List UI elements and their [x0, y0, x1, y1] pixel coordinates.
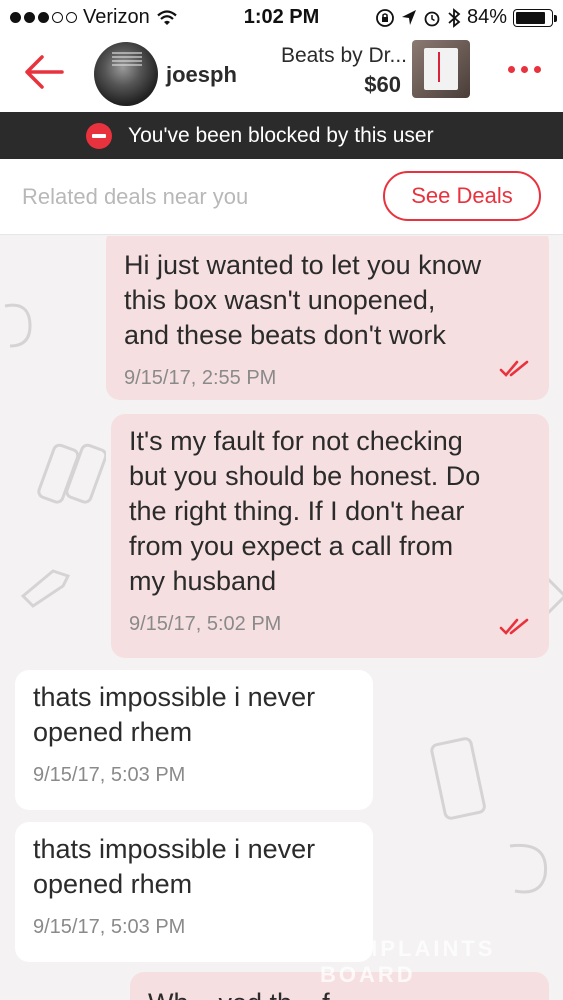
message-text: Wh... ved th... f...: [148, 986, 531, 1000]
message-bubble-incoming[interactable]: thats impossible i never opened rhem 9/1…: [15, 670, 373, 810]
message-timestamp: 9/15/17, 2:55 PM: [124, 367, 277, 389]
user-avatar[interactable]: [94, 42, 158, 106]
battery-percent: 84%: [466, 6, 507, 28]
status-bar: Verizon 1:02 PM 84%: [0, 0, 563, 36]
read-receipt-icon: [499, 360, 529, 377]
blocked-icon: [86, 123, 112, 149]
message-text: thats impossible i never opened rhem: [33, 834, 316, 899]
message-text: thats impossible i never opened rhem: [33, 682, 316, 747]
product-thumbnail[interactable]: [412, 40, 470, 98]
battery-icon: [513, 8, 557, 27]
location-icon: [401, 9, 416, 25]
product-title[interactable]: Beats by Dr...: [281, 44, 407, 68]
message-text: It's my fault for not checking but you s…: [129, 426, 481, 596]
product-price: $60: [364, 72, 401, 97]
read-receipt-icon: [499, 618, 529, 635]
bluetooth-icon: [448, 7, 461, 28]
message-timestamp: 9/15/17, 5:03 PM: [33, 764, 186, 786]
message-bubble-outgoing[interactable]: Hi just wanted to let you know this box …: [106, 236, 549, 400]
related-deals-text: Related deals near you: [22, 184, 249, 209]
message-timestamp: 9/15/17, 5:02 PM: [129, 613, 282, 635]
conversation-header: joesph Beats by Dr... $60: [0, 36, 563, 112]
message-bubble-outgoing[interactable]: It's my fault for not checking but you s…: [111, 414, 549, 658]
background-doodle-icon: [430, 737, 486, 820]
blocked-text: You've been blocked by this user: [128, 124, 434, 147]
alarm-icon: [424, 11, 440, 26]
back-arrow-icon[interactable]: [20, 52, 68, 92]
message-list[interactable]: Hi just wanted to let you know this box …: [0, 236, 563, 1000]
message-timestamp: 9/15/17, 5:03 PM: [33, 916, 186, 938]
orientation-lock-icon: [376, 8, 394, 27]
status-icons: 84%: [375, 6, 557, 29]
background-doodle-icon: [20, 569, 71, 608]
blocked-banner: You've been blocked by this user: [0, 112, 563, 159]
more-options-icon[interactable]: [508, 66, 541, 73]
background-doodle-icon: [37, 443, 106, 504]
background-doodle-icon: [509, 843, 548, 894]
message-text: Hi just wanted to let you know this box …: [124, 250, 482, 350]
see-deals-button[interactable]: See Deals: [383, 171, 541, 221]
watermark: COMPLAINTS BOARD: [320, 936, 496, 987]
background-doodle-icon: [4, 303, 32, 348]
related-deals-bar: Related deals near you See Deals: [0, 159, 563, 235]
username[interactable]: joesph: [166, 62, 237, 88]
